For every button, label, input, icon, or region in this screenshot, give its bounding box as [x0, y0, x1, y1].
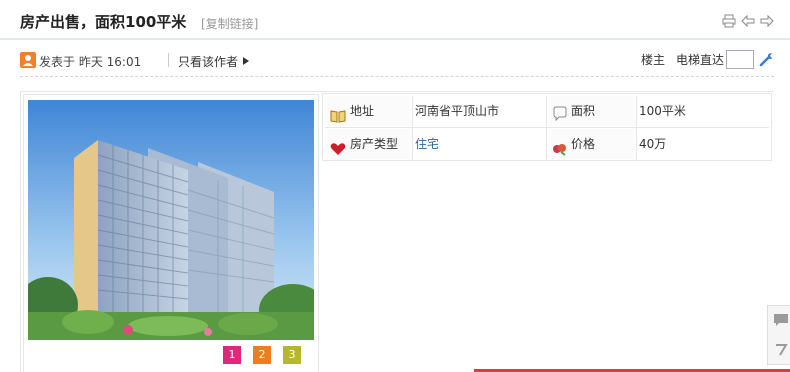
- header-tools: [722, 13, 774, 28]
- floating-toolbar: [767, 305, 790, 365]
- only-author-link[interactable]: 只看该作者: [178, 53, 238, 70]
- price-value: 40万: [639, 137, 667, 151]
- photo-page-2[interactable]: 2: [253, 346, 271, 364]
- type-label-cell: 房产类型: [325, 129, 411, 159]
- building-photo[interactable]: [28, 100, 314, 340]
- photo-gallery: 1 2 3: [23, 94, 319, 372]
- next-arrow-icon[interactable]: [760, 13, 774, 28]
- meta-divider: [168, 53, 169, 67]
- user-avatar-icon[interactable]: [20, 52, 36, 68]
- floor-label: 楼主: [641, 53, 666, 67]
- type-value[interactable]: 住宅: [415, 129, 545, 159]
- column-divider: [636, 96, 637, 160]
- post-content: 1 2 3 地址 河南省平顶山市 面积 100平米 房产类型 住宅 价格 40万: [20, 91, 774, 372]
- thread-title: 房产出售，面积100平米: [20, 13, 187, 31]
- money-bag-icon: [552, 137, 568, 156]
- column-divider: [546, 96, 547, 160]
- back-to-top-icon[interactable]: [773, 342, 789, 358]
- triangle-right-icon: [243, 57, 249, 65]
- area-label: 面积: [571, 104, 596, 118]
- floor-jump-input[interactable]: [726, 50, 754, 69]
- type-label: 房产类型: [350, 137, 399, 151]
- thread-page: 房产出售，面积100平米 [复制链接] 发表于 昨天 16:01 只看该作者 楼…: [0, 0, 790, 372]
- property-attributes-table: 地址 河南省平顶山市 面积 100平米 房产类型 住宅 价格 40万: [322, 93, 772, 161]
- address-label-cell: 地址: [325, 96, 411, 126]
- address-value: 河南省平顶山市: [415, 104, 500, 118]
- post-time: 发表于 昨天 16:01: [39, 55, 142, 69]
- prev-arrow-icon[interactable]: [741, 13, 755, 28]
- area-label-cell: 面积: [549, 96, 635, 126]
- photo-page-1[interactable]: 1: [223, 346, 241, 364]
- price-label: 价格: [571, 137, 596, 151]
- photo-pager: 1 2 3: [223, 346, 301, 364]
- address-label: 地址: [350, 104, 375, 118]
- heart-icon: [330, 137, 346, 155]
- area-value: 100平米: [639, 104, 686, 118]
- price-label-cell: 价格: [549, 129, 635, 159]
- comment-icon[interactable]: [773, 312, 789, 328]
- speech-bubble-icon: [552, 103, 568, 122]
- book-icon: [330, 104, 346, 123]
- column-divider: [412, 96, 413, 160]
- elevator-label: 电梯直达: [676, 53, 725, 67]
- copy-link[interactable]: [复制链接]: [201, 15, 258, 32]
- thread-header: 房产出售，面积100平米 [复制链接]: [0, 0, 790, 40]
- row-divider: [325, 127, 769, 128]
- print-icon[interactable]: [722, 13, 736, 28]
- photo-page-3[interactable]: 3: [283, 346, 301, 364]
- go-icon[interactable]: [759, 51, 775, 67]
- post-meta-row: 发表于 昨天 16:01 只看该作者 楼主 电梯直达: [20, 47, 774, 77]
